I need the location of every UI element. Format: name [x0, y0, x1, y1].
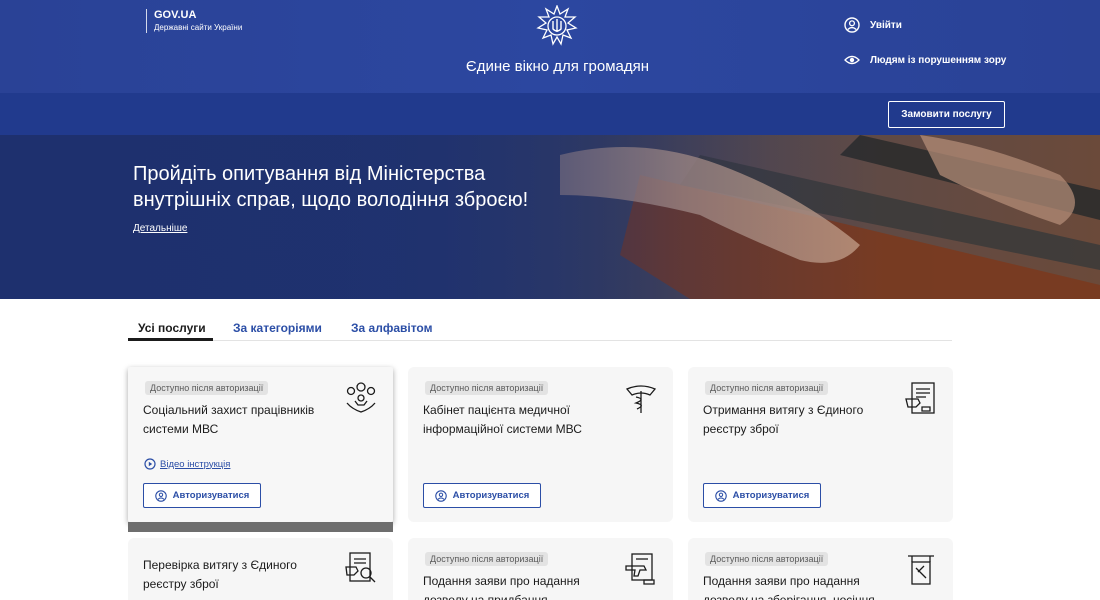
- service-card-title: Подання заяви про надання дозволу на збе…: [703, 574, 875, 600]
- login-link[interactable]: Увійти: [844, 17, 902, 33]
- police-emblem-icon[interactable]: [536, 5, 578, 49]
- service-card[interactable]: Доступно після авторизації Подання заяви…: [688, 538, 953, 600]
- authorize-button[interactable]: Авторизуватися: [143, 483, 261, 508]
- tab-all-services[interactable]: Усі послуги: [138, 321, 206, 335]
- order-service-button[interactable]: Замовити послугу: [888, 101, 1005, 128]
- authorize-button-label: Авторизуватися: [732, 490, 810, 501]
- gov-ua-subtitle: Державні сайти України: [154, 23, 243, 32]
- service-card[interactable]: Доступно після авторизації Кабінет паціє…: [408, 367, 673, 522]
- auth-required-badge: Доступно після авторизації: [705, 381, 829, 395]
- portal-title[interactable]: Єдине вікно для громадян: [420, 58, 695, 75]
- login-label: Увійти: [870, 19, 902, 31]
- service-card[interactable]: Доступно після авторизації Отримання вит…: [688, 367, 953, 522]
- video-instruction-label: Відео інструкція: [160, 458, 231, 470]
- service-card-title: Соціальний захист працівників системи МВ…: [143, 403, 315, 436]
- service-tabs: Усі послуги За категоріями За алфавітом: [128, 318, 952, 341]
- medical-emblem-icon: [625, 385, 657, 413]
- authorize-button[interactable]: Авторизуватися: [703, 483, 821, 508]
- play-circle-icon: [144, 458, 156, 470]
- gov-ua-title: GOV.UA: [154, 9, 197, 21]
- service-card-title: Перевірка витягу з Єдиного реєстру зброї: [143, 558, 297, 591]
- service-card[interactable]: Перевірка витягу з Єдиного реєстру зброї: [128, 538, 393, 600]
- hero-banner: Пройдіть опитування від Міністерства вну…: [0, 135, 1100, 299]
- authorize-button-label: Авторизуватися: [172, 490, 250, 501]
- service-card-title: Кабінет пацієнта медичної інформаційної …: [423, 403, 582, 436]
- accessibility-label: Людям із порушенням зору: [870, 54, 1007, 66]
- auth-required-badge: Доступно після авторизації: [425, 381, 549, 395]
- user-icon: [434, 489, 447, 502]
- authorize-button-label: Авторизуватися: [452, 490, 530, 501]
- user-icon: [714, 489, 727, 502]
- eye-icon: [844, 55, 860, 65]
- hero-title: Пройдіть опитування від Міністерства вну…: [133, 163, 529, 211]
- auth-required-badge: Доступно після авторизації: [145, 381, 269, 395]
- document-search-icon: [345, 552, 376, 583]
- weapon-document-icon: [625, 553, 655, 585]
- service-card-title: Отримання витягу з Єдиного реєстру зброї: [703, 403, 864, 436]
- social-protection-icon: [346, 382, 376, 413]
- auth-required-badge: Доступно після авторизації: [425, 552, 549, 566]
- storage-permit-icon: [908, 555, 934, 585]
- user-icon: [154, 489, 167, 502]
- authorize-button[interactable]: Авторизуватися: [423, 483, 541, 508]
- service-card[interactable]: Доступно після авторизації Соціальний за…: [128, 367, 393, 532]
- hero-details-link[interactable]: Детальніше: [133, 223, 187, 234]
- hero-overlay: [0, 135, 1100, 299]
- registry-document-icon: [905, 382, 935, 414]
- tab-by-alphabet[interactable]: За алфавітом: [351, 321, 432, 335]
- accessibility-link[interactable]: Людям із порушенням зору: [844, 54, 1006, 66]
- tab-by-category[interactable]: За категоріями: [233, 321, 322, 335]
- video-instruction-link[interactable]: Відео інструкція: [144, 458, 230, 470]
- service-card[interactable]: Доступно після авторизації Подання заяви…: [408, 538, 673, 600]
- active-tab-indicator: [128, 338, 213, 341]
- gov-ua-link[interactable]: GOV.UA Державні сайти України: [146, 9, 242, 33]
- user-icon: [844, 17, 860, 33]
- service-card-title: Подання заяви про надання дозволу на при…: [423, 574, 580, 600]
- auth-required-badge: Доступно після авторизації: [705, 552, 829, 566]
